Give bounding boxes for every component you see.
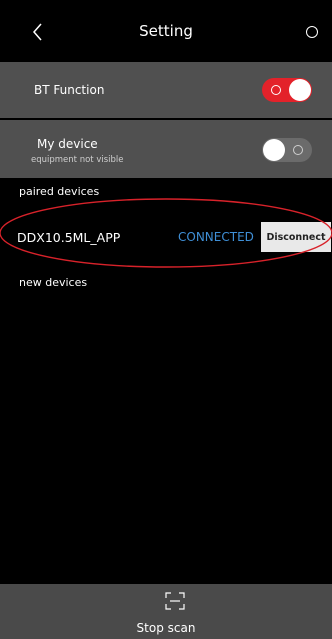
bt-function-row: BT Function [0, 62, 332, 118]
stop-scan-button[interactable]: Stop scan [0, 584, 332, 639]
header-bar: Setting [0, 0, 332, 62]
toggle-knob [289, 79, 311, 101]
stop-scan-label: Stop scan [136, 621, 196, 635]
paired-device-item[interactable]: DDX10.5ML_APP CONNECTED Disconnect [0, 214, 332, 256]
bt-function-label: BT Function [34, 83, 105, 97]
settings-screen: Setting BT Function My device equipment … [0, 0, 332, 639]
toggle-ring-icon [293, 145, 303, 155]
new-devices-heading: new devices [19, 276, 88, 289]
bt-function-toggle[interactable] [262, 78, 312, 102]
toggle-ring-icon [271, 85, 281, 95]
page-title: Setting [139, 22, 193, 40]
connection-status: CONNECTED [178, 230, 254, 244]
scan-icon [165, 592, 185, 610]
my-device-toggle[interactable] [262, 138, 312, 162]
disconnect-button[interactable]: Disconnect [261, 222, 331, 252]
circle-icon[interactable] [306, 26, 318, 38]
my-device-sublabel: equipment not visible [31, 155, 124, 165]
toggle-knob [263, 139, 285, 161]
my-device-row: My device equipment not visible [0, 120, 332, 178]
paired-devices-heading: paired devices [19, 185, 100, 198]
device-name: DDX10.5ML_APP [17, 230, 121, 245]
my-device-label: My device [37, 137, 98, 151]
